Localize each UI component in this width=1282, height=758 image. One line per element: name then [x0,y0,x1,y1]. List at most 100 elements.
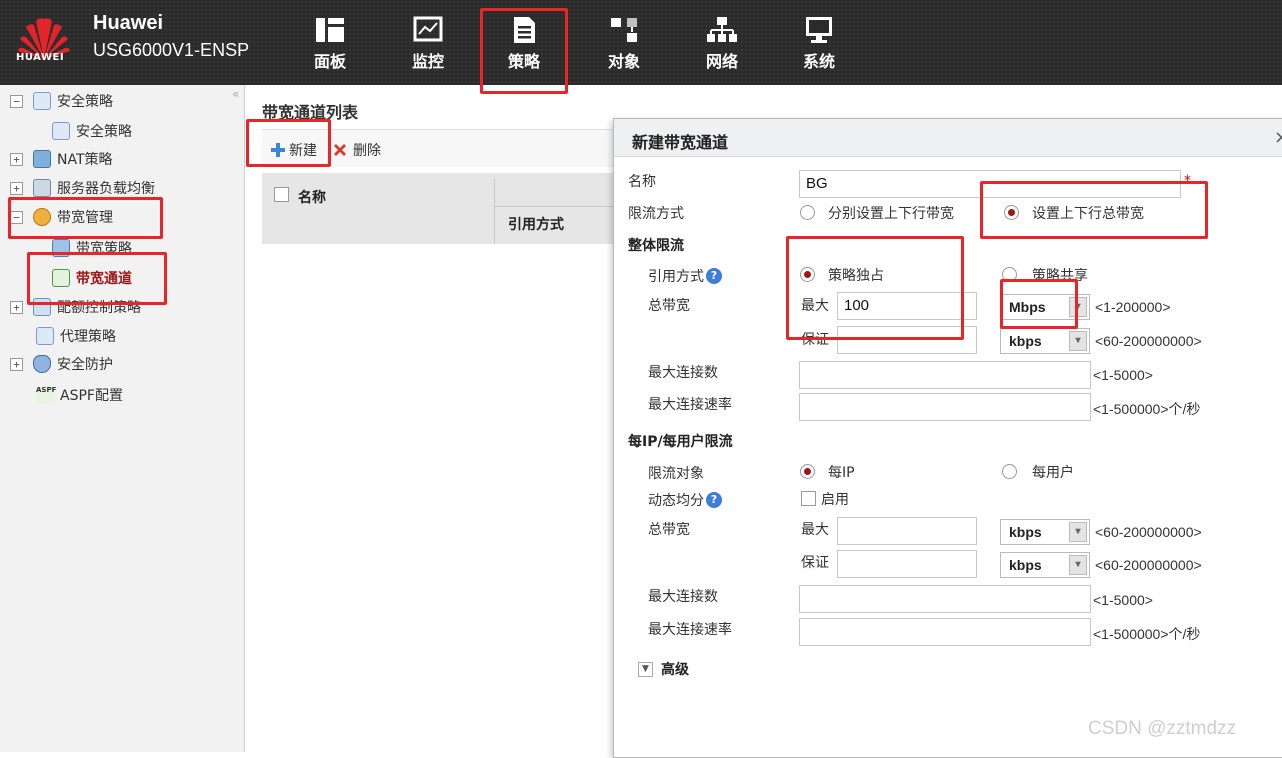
per-max-unit-select[interactable]: kbps ▾ [1000,519,1090,545]
guarantee-label: 保证 [801,332,829,348]
new-button-label: 新建 [289,143,317,159]
target-per-user-radio[interactable] [1002,464,1017,479]
dialog-title: 新建带宽通道 [632,133,729,152]
nav-system[interactable]: 系统 [787,16,851,72]
tree-proxy-policy[interactable]: 代理策略 [36,325,116,347]
chevron-down-icon: ▾ [1069,331,1087,351]
collapse-icon[interactable]: − [10,210,23,224]
tree-label: 带宽策略 [76,241,132,257]
column-header-ref-mode[interactable]: 引用方式 [508,214,564,234]
tree-bandwidth-mgmt[interactable]: − 带宽管理 [10,206,113,228]
chevron-down-icon: ▾ [1069,297,1087,317]
ref-mode-shared-radio[interactable] [1002,267,1017,282]
expand-icon[interactable]: + [10,181,23,195]
server-icon [33,179,51,197]
device-model: USG6000V1-ENSP [93,40,250,60]
nav-policy[interactable]: 策略 [492,16,556,72]
tree-label: 安全策略 [76,124,132,140]
quota-icon [33,298,51,316]
policy-doc-icon [33,92,51,110]
ref-mode-exclusive-radio[interactable] [800,267,815,282]
limit-mode-label: 限流方式 [628,206,684,222]
nav-system-label: 系统 [802,52,835,71]
guarantee-unit-select[interactable]: kbps ▾ [1000,328,1090,354]
nav-object-label: 对象 [607,52,640,71]
total-bandwidth-label: 总带宽 [648,298,690,314]
tree-server-lb[interactable]: + 服务器负载均衡 [10,177,155,199]
plus-icon [271,143,285,157]
ref-mode-label: 引用方式 [648,269,704,285]
nav-object[interactable]: 对象 [592,16,656,72]
max-connections-input[interactable] [799,361,1091,389]
max-unit-select[interactable]: Mbps ▾ [1000,294,1090,320]
per-max-conn-rate-label: 最大连接速率 [648,622,732,638]
target-per-user-label: 每用户 [1032,465,1074,481]
limit-mode-separate-label: 分别设置上下行带宽 [828,206,954,222]
close-icon[interactable]: × [1274,127,1282,148]
per-guarantee-bandwidth-input[interactable] [837,550,977,578]
advanced-label: 高级 [661,662,689,678]
new-button[interactable]: 新建 [270,140,317,160]
guarantee-bandwidth-input[interactable] [837,326,977,354]
network-icon [707,17,737,42]
shield-icon [33,355,51,373]
system-icon [806,17,832,43]
per-max-connections-input[interactable] [799,585,1091,613]
policy-doc-icon [52,122,70,140]
tree-bandwidth-channel[interactable]: 带宽通道 [52,267,132,289]
dynamic-share-checkbox[interactable] [801,491,816,506]
expand-icon[interactable]: + [10,152,23,166]
tree-nat-policy[interactable]: + NAT策略 [10,148,113,170]
nav-monitor[interactable]: 监控 [396,16,460,72]
per-guarantee-unit-select[interactable]: kbps ▾ [1000,552,1090,578]
max-conn-rate-input[interactable] [799,393,1091,421]
tree-bandwidth-policy[interactable]: 带宽策略 [52,237,132,259]
collapse-sidebar-icon[interactable]: « [232,87,239,101]
limit-target-label: 限流对象 [648,466,704,482]
tree-security-protection[interactable]: + 安全防护 [10,353,113,375]
column-divider [494,179,495,244]
tree-label: 带宽管理 [57,210,113,226]
page-title: 带宽通道列表 [262,103,359,122]
tree-label: 代理策略 [60,329,116,345]
limit-mode-separate-radio[interactable] [800,205,815,220]
tree-security-policy-group[interactable]: − 安全策略 [10,90,113,112]
monitor-icon [413,16,443,42]
expand-icon[interactable]: + [10,300,23,314]
expand-icon[interactable]: + [10,357,23,371]
delete-button[interactable]: 删除 [332,140,381,160]
target-per-ip-radio[interactable] [800,464,815,479]
per-max-conn-rate-input[interactable] [799,618,1091,646]
help-icon[interactable]: ? [706,492,722,508]
max-range-hint: <1-200000> [1095,299,1171,315]
max-connections-hint: <1-5000> [1093,367,1153,383]
advanced-toggle[interactable]: ▼ 高级 [638,659,689,679]
max-bandwidth-input[interactable]: 100 [837,292,977,320]
dynamic-share-row: 动态均分 ? [648,490,722,510]
limit-mode-total-radio[interactable] [1004,205,1019,220]
name-input[interactable]: BG [799,170,1181,198]
per-max-bandwidth-input[interactable] [837,517,977,545]
per-guarantee-label: 保证 [801,555,829,571]
max-connections-label: 最大连接数 [648,365,718,381]
bandwidth-icon [33,208,51,226]
chevron-down-icon: ▾ [1069,522,1087,542]
nav-network[interactable]: 网络 [690,16,754,72]
policy-icon [514,17,535,43]
new-channel-dialog: 新建带宽通道 × 名称 BG * 限流方式 分别设置上下行带宽 设置上下行总带宽… [613,118,1282,758]
select-all-checkbox[interactable] [274,187,289,202]
max-conn-rate-hint: <1-500000>个/秒 [1093,401,1201,417]
watermark: CSDN @zztmdzz [1088,718,1237,739]
required-mark: * [1184,173,1191,189]
per-max-range-hint: <60-200000000> [1095,524,1202,540]
tree-label: 安全防护 [57,357,113,373]
nav-dashboard[interactable]: 面板 [298,16,362,72]
tree-security-policy[interactable]: 安全策略 [52,120,132,142]
dialog-header: 新建带宽通道 × [614,119,1282,157]
collapse-icon[interactable]: − [10,94,23,108]
tree-aspf-config[interactable]: ASPF ASPF配置 [36,384,123,406]
column-header-name[interactable]: 名称 [298,187,326,207]
max-conn-rate-label: 最大连接速率 [648,397,732,413]
tree-quota-policy[interactable]: + 配额控制策略 [10,296,141,318]
help-icon[interactable]: ? [706,268,722,284]
